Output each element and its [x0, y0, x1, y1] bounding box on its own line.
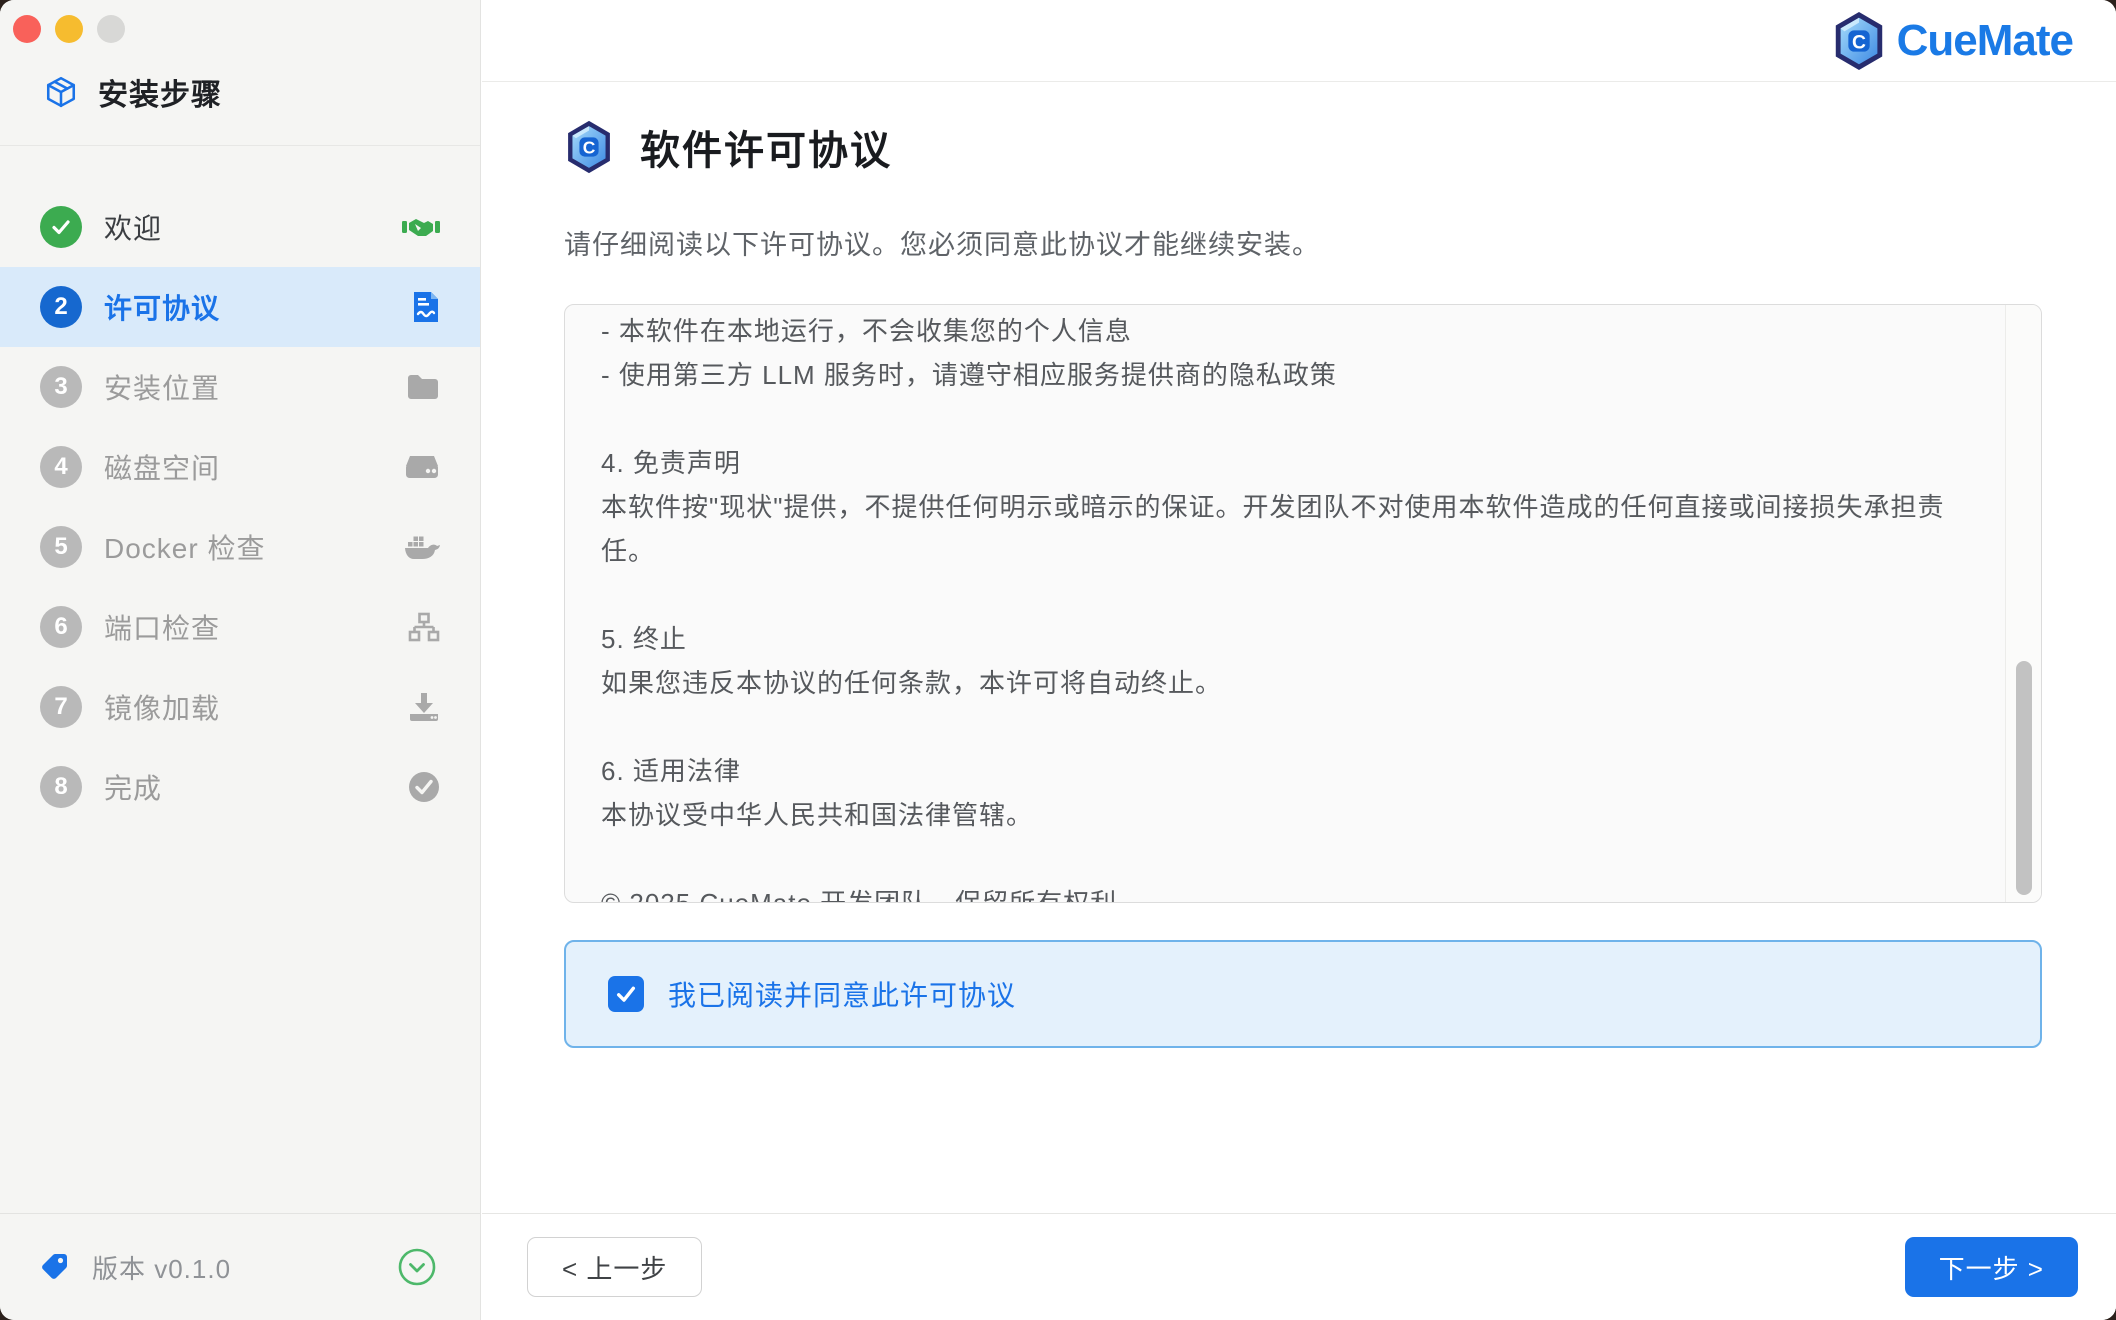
page-title-row: C 软件许可协议: [564, 119, 2042, 175]
step-label: 磁盘空间: [104, 447, 404, 487]
step-number-badge: 7: [40, 686, 82, 728]
brand-logo: C CueMate: [1831, 11, 2073, 71]
sidebar-header: 安装步骤: [0, 0, 480, 146]
page-subtitle: 请仔细阅读以下许可协议。您必须同意此协议才能继续安装。: [564, 223, 2042, 262]
license-text: - 本软件在本地运行，不会收集您的个人信息 - 使用第三方 LLM 服务时，请遵…: [565, 305, 2004, 902]
tag-icon: [40, 1252, 70, 1282]
installer-window: 安装步骤 欢迎 2 许可协议: [0, 0, 2116, 1320]
fullscreen-button[interactable]: [97, 15, 125, 43]
cuemate-hexagon-icon: C: [564, 120, 614, 174]
check-circle-icon: [408, 771, 440, 803]
prev-step-button[interactable]: < 上一步: [527, 1237, 702, 1297]
folder-icon: [406, 373, 440, 401]
sidebar-item-images[interactable]: 7 镜像加载: [0, 667, 480, 747]
agree-panel[interactable]: 我已阅读并同意此许可协议: [564, 940, 2042, 1048]
footer-bar: < 上一步 下一步 >: [482, 1213, 2116, 1320]
next-step-button[interactable]: 下一步 >: [1905, 1237, 2078, 1297]
step-number-badge: 3: [40, 366, 82, 408]
step-label: 完成: [104, 767, 408, 807]
sidebar-item-license[interactable]: 2 许可协议: [0, 267, 480, 347]
sidebar-title-row: 安装步骤: [44, 70, 222, 114]
cuemate-hexagon-icon: C: [1831, 11, 1887, 71]
step-label: 镜像加载: [104, 687, 408, 727]
agree-checkbox[interactable]: [608, 976, 644, 1012]
main-header: C CueMate: [482, 0, 2116, 82]
network-ports-icon: [408, 612, 440, 642]
step-number-badge: 5: [40, 526, 82, 568]
package-icon: [44, 75, 78, 109]
license-scroll-area[interactable]: - 本软件在本地运行，不会收集您的个人信息 - 使用第三方 LLM 服务时，请遵…: [564, 304, 2042, 903]
brand-wordmark: CueMate: [1897, 16, 2073, 66]
download-icon: [408, 692, 440, 722]
license-doc-icon: [412, 290, 440, 324]
step-done-badge: [40, 206, 82, 248]
version-label: 版本 v0.1.0: [92, 1249, 231, 1286]
sidebar-item-location[interactable]: 3 安装位置: [0, 347, 480, 427]
docker-whale-icon: [404, 533, 440, 561]
handshake-icon: [402, 215, 440, 239]
window-controls: [13, 15, 125, 43]
page-title: 软件许可协议: [640, 118, 892, 176]
close-button[interactable]: [13, 15, 41, 43]
step-number-badge: 8: [40, 766, 82, 808]
step-label: 欢迎: [104, 207, 402, 247]
chevron-down-icon[interactable]: [398, 1248, 436, 1286]
sidebar-item-docker[interactable]: 5 Docker 检查: [0, 507, 480, 587]
sidebar-item-disk[interactable]: 4 磁盘空间: [0, 427, 480, 507]
svg-text:C: C: [583, 138, 596, 158]
scrollbar-thumb[interactable]: [2016, 661, 2032, 895]
step-label: 端口检查: [104, 607, 408, 647]
sidebar-item-finish[interactable]: 8 完成: [0, 747, 480, 827]
scrollbar-track[interactable]: [2005, 305, 2041, 902]
step-label: 安装位置: [104, 367, 406, 407]
sidebar-item-ports[interactable]: 6 端口检查: [0, 587, 480, 667]
sidebar-title: 安装步骤: [98, 70, 222, 114]
sidebar-footer: 版本 v0.1.0: [0, 1213, 480, 1320]
minimize-button[interactable]: [55, 15, 83, 43]
step-label: 许可协议: [104, 287, 412, 327]
step-number-badge: 4: [40, 446, 82, 488]
license-page: C 软件许可协议 请仔细阅读以下许可协议。您必须同意此协议才能继续安装。 - 本…: [482, 119, 2116, 1048]
svg-text:C: C: [1852, 31, 1866, 53]
sidebar-item-welcome[interactable]: 欢迎: [0, 187, 480, 267]
main-panel: C CueMate: [482, 0, 2116, 1320]
step-number-badge: 6: [40, 606, 82, 648]
steps-list: 欢迎 2 许可协议: [0, 146, 480, 827]
sidebar: 安装步骤 欢迎 2 许可协议: [0, 0, 481, 1320]
hard-drive-icon: [404, 454, 440, 480]
agree-label: 我已阅读并同意此许可协议: [668, 974, 1016, 1014]
step-label: Docker 检查: [104, 527, 404, 567]
step-number-badge: 2: [40, 286, 82, 328]
